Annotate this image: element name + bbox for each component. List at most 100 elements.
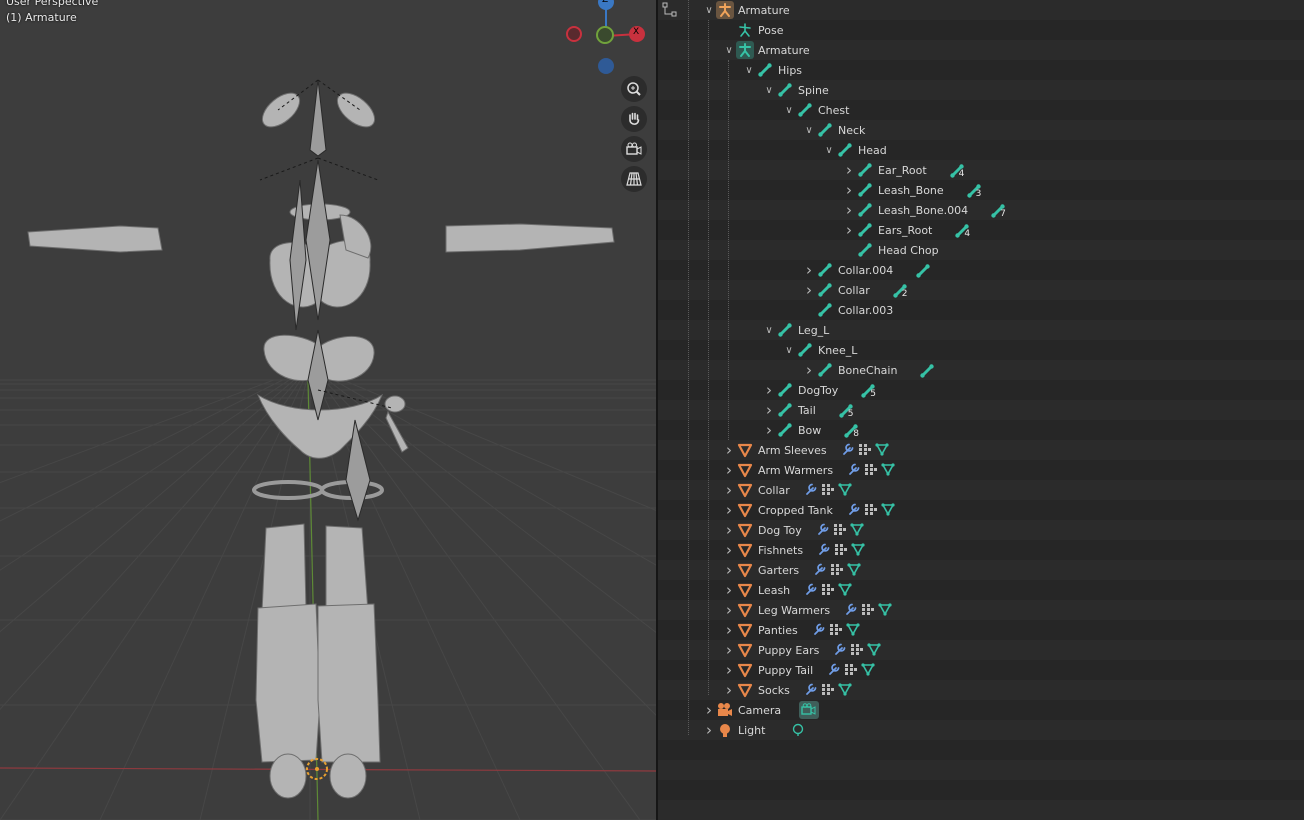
outliner-item[interactable]: ∨ Hips [742, 60, 802, 80]
chevron-down-icon[interactable]: ∨ [802, 120, 816, 140]
hand-pan-icon[interactable] [621, 106, 647, 132]
chevron-right-icon[interactable]: › [722, 480, 736, 500]
chevron-down-icon[interactable]: ∨ [782, 340, 796, 360]
chevron-right-icon[interactable]: › [702, 700, 716, 720]
chevron-down-icon[interactable]: ∨ [822, 140, 836, 160]
grid-ortho-icon[interactable] [621, 166, 647, 192]
outliner-item-label[interactable]: Leash_Bone [878, 184, 944, 197]
wrench-modifier-icon[interactable] [847, 461, 861, 480]
outliner-item[interactable]: Pose [722, 20, 783, 40]
chevron-right-icon[interactable]: › [722, 440, 736, 460]
child-bone-icon[interactable]: 4 [949, 163, 964, 179]
outliner-item[interactable]: › Arm Warmers [722, 460, 895, 480]
chevron-right-icon[interactable]: › [762, 400, 776, 420]
outliner-item[interactable]: › Leash_Bone 3 [842, 180, 981, 200]
chevron-right-icon[interactable]: › [722, 680, 736, 700]
chevron-right-icon[interactable]: › [722, 540, 736, 560]
wrench-modifier-icon[interactable] [827, 661, 841, 680]
wrench-modifier-icon[interactable] [844, 601, 858, 620]
outliner-item[interactable]: › Cropped Tank [722, 500, 895, 520]
vertex-groups-icon[interactable] [821, 581, 835, 600]
child-bone-icon[interactable]: 8 [843, 423, 859, 439]
vertex-groups-icon[interactable] [864, 461, 878, 480]
filter-tree-icon[interactable] [662, 2, 678, 18]
outliner-item[interactable]: › Light [702, 720, 805, 740]
gizmo-x-axis[interactable]: X [629, 26, 645, 42]
outliner-item[interactable]: › Panties [722, 620, 860, 640]
child-bone-icon[interactable]: 7 [990, 203, 1006, 219]
outliner-item[interactable]: › Arm Sleeves [722, 440, 889, 460]
chevron-right-icon[interactable]: › [842, 180, 856, 200]
outliner-item[interactable]: ∨ Leg_L [762, 320, 829, 340]
chevron-right-icon[interactable]: › [702, 720, 716, 740]
child-bone-icon[interactable] [919, 363, 935, 378]
child-bone-icon[interactable]: 4 [954, 223, 970, 239]
outliner-item-label[interactable]: DogToy [798, 384, 838, 397]
outliner-item-label[interactable]: Collar [838, 284, 870, 297]
outliner-item-label[interactable]: Fishnets [758, 544, 803, 557]
chevron-right-icon[interactable]: › [762, 420, 776, 440]
outliner-item[interactable]: › Tail 5 [762, 400, 854, 420]
chevron-right-icon[interactable]: › [802, 360, 816, 380]
chevron-down-icon[interactable]: ∨ [782, 100, 796, 120]
chevron-right-icon[interactable]: › [722, 640, 736, 660]
mesh-data-icon[interactable] [881, 461, 895, 480]
gizmo-neg-x-axis[interactable] [566, 26, 582, 42]
mesh-data-icon[interactable] [838, 581, 852, 600]
outliner-item-label[interactable]: Ear_Root [878, 164, 927, 177]
outliner-item[interactable]: ∨ Head [822, 140, 887, 160]
mesh-data-icon[interactable] [838, 481, 852, 500]
chevron-down-icon[interactable]: ∨ [722, 40, 736, 60]
vertex-groups-icon[interactable] [821, 481, 835, 500]
chevron-right-icon[interactable]: › [722, 560, 736, 580]
camera-view-icon[interactable] [621, 136, 647, 162]
outliner-item[interactable]: › DogToy 5 [762, 380, 876, 400]
wrench-modifier-icon[interactable] [813, 561, 827, 580]
outliner-item-label[interactable]: Garters [758, 564, 799, 577]
vertex-groups-icon[interactable] [844, 661, 858, 680]
outliner-item[interactable]: › BoneChain [802, 360, 935, 380]
gizmo-neg-z-axis[interactable] [598, 58, 614, 74]
outliner-item-label[interactable]: Puppy Ears [758, 644, 819, 657]
wrench-modifier-icon[interactable] [847, 501, 861, 520]
mesh-data-icon[interactable] [850, 521, 864, 540]
vertex-groups-icon[interactable] [829, 621, 843, 640]
camera-data-icon[interactable] [799, 701, 820, 719]
chevron-right-icon[interactable]: › [722, 520, 736, 540]
vertex-groups-icon[interactable] [864, 501, 878, 520]
mesh-data-icon[interactable] [867, 641, 881, 660]
outliner-item[interactable]: › Fishnets [722, 540, 865, 560]
outliner-item-label[interactable]: Dog Toy [758, 524, 802, 537]
child-bone-icon[interactable] [915, 263, 930, 278]
wrench-modifier-icon[interactable] [804, 481, 818, 500]
outliner-item[interactable]: ∨ Knee_L [782, 340, 857, 360]
outliner-item-label[interactable]: Knee_L [818, 344, 857, 357]
gizmo-y-axis[interactable] [596, 26, 614, 44]
outliner-item-label[interactable]: Armature [758, 44, 810, 57]
mesh-data-icon[interactable] [878, 601, 892, 620]
outliner-item[interactable]: › Bow 8 [762, 420, 859, 440]
child-bone-icon[interactable]: 2 [892, 283, 908, 299]
wrench-modifier-icon[interactable] [804, 581, 818, 600]
outliner-item[interactable]: › Collar.004 [802, 260, 930, 280]
outliner-item[interactable]: ∨ Armature [702, 0, 790, 20]
chevron-right-icon[interactable]: › [722, 500, 736, 520]
outliner-item-label[interactable]: Leash [758, 584, 790, 597]
outliner-item[interactable]: Collar.003 [802, 300, 893, 320]
outliner-item[interactable]: › Leash_Bone.004 7 [842, 200, 1006, 220]
character-model[interactable] [0, 0, 656, 820]
chevron-right-icon[interactable]: › [802, 260, 816, 280]
outliner-item[interactable]: ∨ Armature [722, 40, 810, 60]
chevron-right-icon[interactable]: › [842, 200, 856, 220]
outliner-item-label[interactable]: Hips [778, 64, 802, 77]
mesh-data-icon[interactable] [861, 661, 875, 680]
child-bone-icon[interactable]: 5 [860, 383, 876, 399]
child-bone-icon[interactable]: 5 [838, 403, 854, 419]
chevron-down-icon[interactable]: ∨ [742, 60, 756, 80]
outliner-item-label[interactable]: Leg Warmers [758, 604, 830, 617]
vertex-groups-icon[interactable] [821, 681, 835, 700]
mesh-data-icon[interactable] [851, 541, 865, 560]
vertex-groups-icon[interactable] [830, 561, 844, 580]
outliner-item-label[interactable]: Pose [758, 24, 783, 37]
3d-viewport[interactable]: User Perspective (1) Armature Z X [0, 0, 656, 820]
